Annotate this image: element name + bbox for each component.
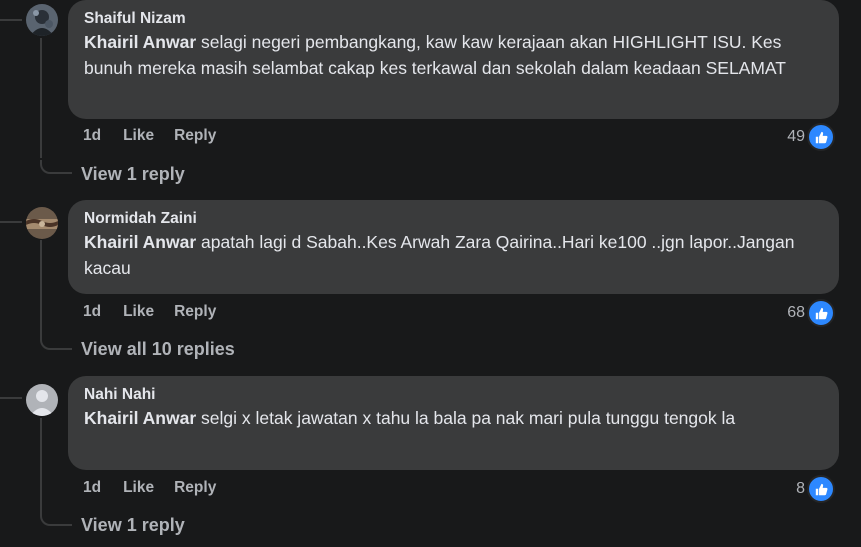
- like-button[interactable]: Like: [123, 303, 154, 320]
- reaction-summary[interactable]: 8: [796, 475, 835, 503]
- reaction-count: 49: [787, 128, 805, 145]
- comment-author[interactable]: Normidah Zaini: [84, 209, 823, 229]
- reply-button[interactable]: Reply: [174, 303, 216, 320]
- view-replies-link[interactable]: View 1 reply: [81, 163, 185, 185]
- comment-text: Khairil Anwar selagi negeri pembangkang,…: [84, 29, 823, 81]
- reply-connector: [40, 512, 72, 526]
- avatar-shaiful-nizam[interactable]: [26, 4, 58, 36]
- comment-timestamp[interactable]: 1d: [83, 303, 101, 320]
- thread-connector: [0, 19, 22, 21]
- reply-button[interactable]: Reply: [174, 127, 216, 144]
- comment-bubble: Shaiful Nizam Khairil Anwar selagi neger…: [68, 0, 839, 119]
- comment-bubble: Nahi Nahi Khairil Anwar selgi x letak ja…: [68, 376, 839, 470]
- reaction-summary[interactable]: 68: [787, 299, 835, 327]
- comment-author[interactable]: Shaiful Nizam: [84, 9, 823, 29]
- mention-link[interactable]: Khairil Anwar: [84, 408, 196, 428]
- like-thumb-icon: [807, 299, 835, 327]
- comment-body: selgi x letak jawatan x tahu la bala pa …: [196, 408, 736, 428]
- comment-text: Khairil Anwar selgi x letak jawatan x ta…: [84, 405, 823, 431]
- thread-connector: [0, 221, 22, 223]
- comment-text: Khairil Anwar apatah lagi d Sabah..Kes A…: [84, 229, 823, 281]
- reply-connector: [40, 336, 72, 350]
- mention-link[interactable]: Khairil Anwar: [84, 32, 196, 52]
- thread-line: [40, 418, 42, 512]
- reaction-summary[interactable]: 49: [787, 123, 835, 151]
- comment-actions: 1d Like Reply: [83, 478, 236, 498]
- thread-line: [40, 240, 42, 336]
- like-button[interactable]: Like: [123, 127, 154, 144]
- reaction-count: 8: [796, 480, 805, 497]
- view-replies-link[interactable]: View all 10 replies: [81, 338, 235, 360]
- person-silhouette-icon[interactable]: [26, 384, 58, 416]
- comment-timestamp[interactable]: 1d: [83, 479, 101, 496]
- like-thumb-icon: [807, 123, 835, 151]
- thread-line: [40, 38, 42, 158]
- comment-author[interactable]: Nahi Nahi: [84, 385, 823, 405]
- reaction-count: 68: [787, 304, 805, 321]
- reply-connector: [40, 160, 72, 174]
- mention-link[interactable]: Khairil Anwar: [84, 232, 196, 252]
- comment-timestamp[interactable]: 1d: [83, 127, 101, 144]
- thread-connector: [0, 397, 22, 399]
- avatar-normidah-zaini[interactable]: [26, 207, 58, 239]
- comment-actions: 1d Like Reply: [83, 302, 236, 322]
- like-button[interactable]: Like: [123, 479, 154, 496]
- comment-actions: 1d Like Reply: [83, 126, 236, 146]
- comment-bubble: Normidah Zaini Khairil Anwar apatah lagi…: [68, 200, 839, 294]
- reply-button[interactable]: Reply: [174, 479, 216, 496]
- like-thumb-icon: [807, 475, 835, 503]
- view-replies-link[interactable]: View 1 reply: [81, 514, 185, 536]
